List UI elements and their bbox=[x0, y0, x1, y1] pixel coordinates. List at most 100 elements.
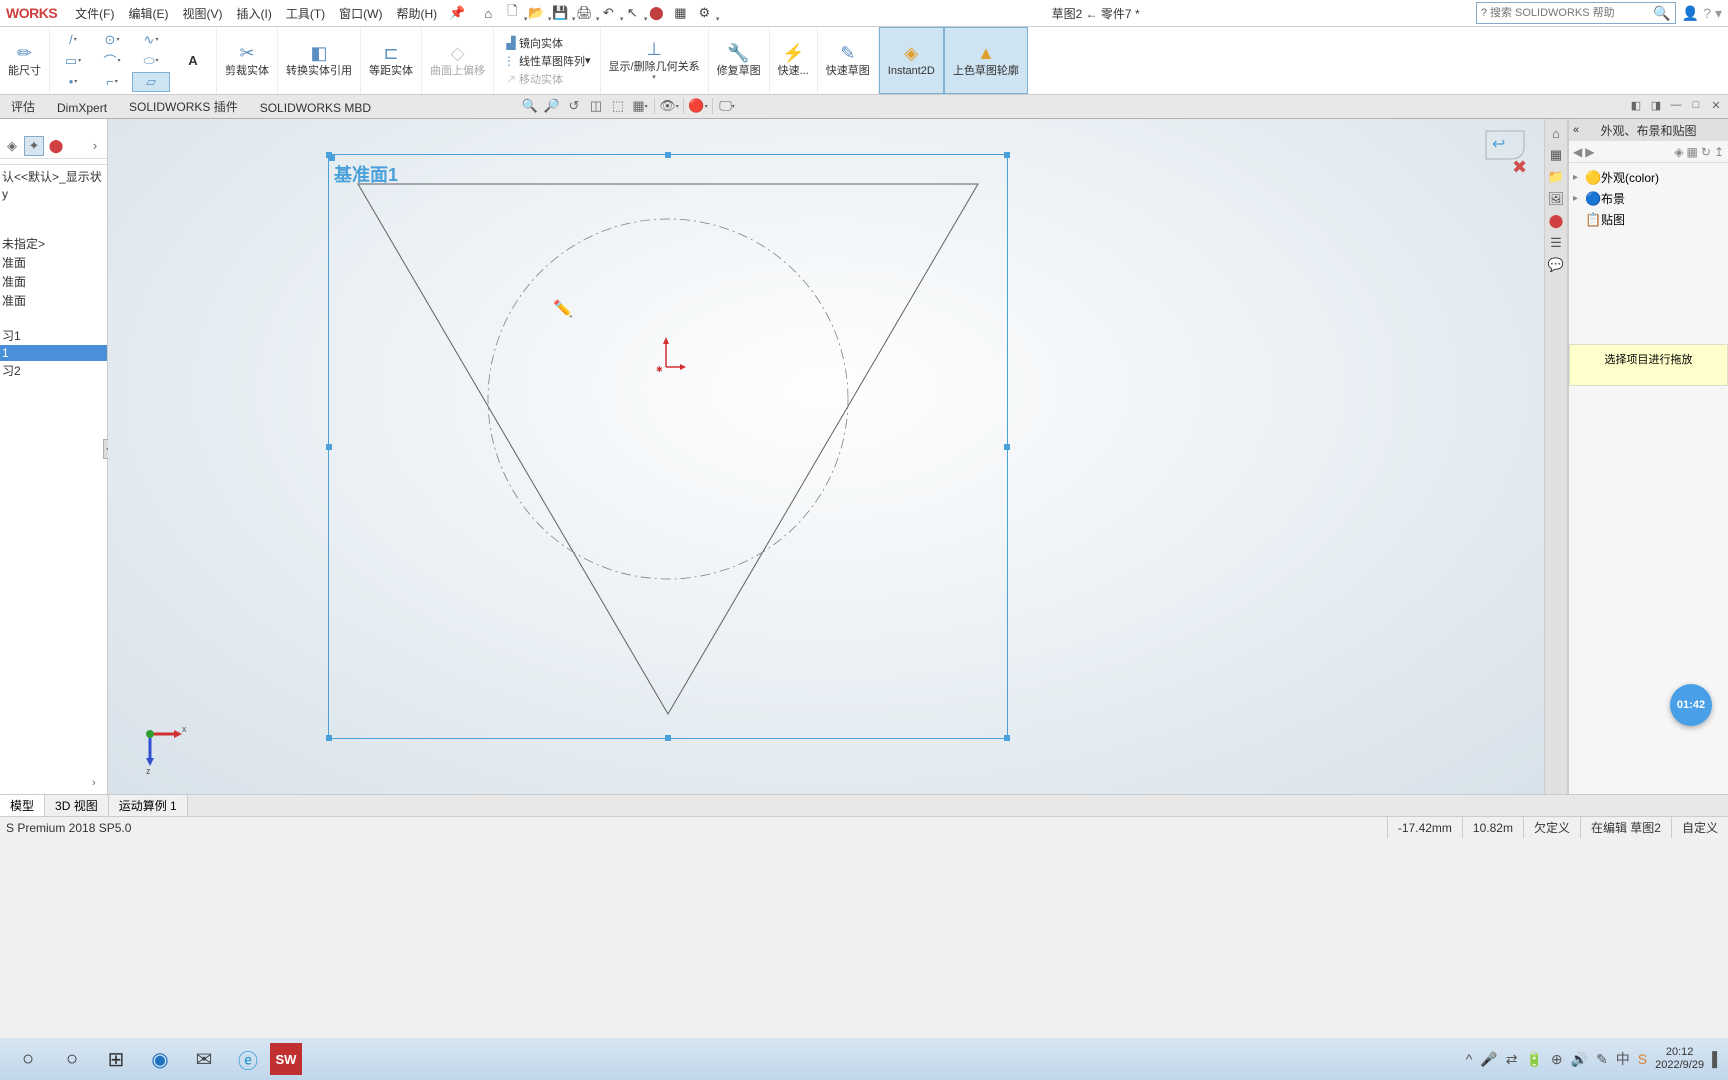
solidworks-icon[interactable]: SW bbox=[270, 1043, 302, 1075]
tree-item[interactable]: 习2 bbox=[0, 361, 107, 380]
3dview-tab[interactable]: 3D 视图 bbox=[45, 795, 109, 816]
scroll-right-icon[interactable]: › bbox=[92, 777, 96, 789]
smart-dimension-button[interactable]: ✏能尺寸 bbox=[4, 41, 45, 80]
scene-icon[interactable]: 🖵 bbox=[717, 97, 737, 115]
rapid-button[interactable]: ✎快速草图 bbox=[822, 41, 874, 80]
collapse-right-icon[interactable]: ◨ bbox=[1648, 99, 1664, 113]
collapse-left-icon[interactable]: ◧ bbox=[1628, 99, 1644, 113]
menu-help[interactable]: 帮助(H) bbox=[390, 2, 443, 25]
nav-icon[interactable]: ↥ bbox=[1714, 145, 1724, 159]
forum-tab-icon[interactable]: 💬 bbox=[1546, 255, 1566, 275]
mirror-button[interactable]: ▟镜向实体 bbox=[500, 34, 566, 52]
view-orient-icon[interactable]: ⬚ bbox=[608, 97, 628, 115]
prev-view-icon[interactable]: ↺ bbox=[564, 97, 584, 115]
point-icon[interactable]: • bbox=[54, 72, 92, 92]
appearance-node[interactable]: ▸🟡外观(color) bbox=[1573, 167, 1724, 188]
scene-node[interactable]: ▸🔵布景 bbox=[1573, 188, 1724, 209]
quick-button[interactable]: ⚡快速... bbox=[774, 41, 813, 80]
nav-icon[interactable]: ↻ bbox=[1701, 145, 1711, 159]
spline-icon[interactable]: ∿ bbox=[132, 30, 170, 50]
pin-icon[interactable]: 📌 bbox=[443, 5, 471, 21]
collapse-icon[interactable]: « bbox=[1573, 124, 1579, 136]
open-icon[interactable]: 📂 bbox=[525, 2, 547, 24]
panel-expand-icon[interactable]: › bbox=[85, 136, 105, 156]
tab-mbd[interactable]: SOLIDWORKS MBD bbox=[249, 97, 382, 118]
search-input[interactable] bbox=[1487, 7, 1653, 19]
help-dropdown[interactable]: ? ▾ bbox=[1703, 5, 1722, 22]
offset-button[interactable]: ⊏等距实体 bbox=[365, 41, 417, 80]
menu-edit[interactable]: 编辑(E) bbox=[123, 2, 175, 25]
view-tab-icon[interactable]: 🖼 bbox=[1546, 189, 1566, 209]
arc-icon[interactable]: ⌒ bbox=[93, 51, 131, 71]
edge-icon[interactable]: ◉ bbox=[138, 1040, 182, 1078]
shaded-button[interactable]: ▲上色草图轮廓 bbox=[949, 41, 1023, 80]
section-icon[interactable]: ◫ bbox=[586, 97, 606, 115]
panel-tab-config[interactable]: ✦ bbox=[24, 136, 44, 156]
files-tab-icon[interactable]: 📁 bbox=[1546, 167, 1566, 187]
select-icon[interactable]: ↖ bbox=[621, 2, 643, 24]
tree-item-selected[interactable]: 1 bbox=[0, 345, 107, 361]
pen-icon[interactable]: ✎ bbox=[1596, 1051, 1608, 1068]
menu-view[interactable]: 视图(V) bbox=[177, 2, 229, 25]
zoom-fit-icon[interactable]: 🔍 bbox=[520, 97, 540, 115]
instant2d-button[interactable]: ◈Instant2D bbox=[884, 41, 939, 80]
model-tab[interactable]: 模型 bbox=[0, 795, 45, 816]
rebuild-icon[interactable]: ⬤ bbox=[645, 2, 667, 24]
convert-button[interactable]: ◧转换实体引用 bbox=[282, 41, 356, 80]
ellipse-icon[interactable]: ⬭ bbox=[132, 51, 170, 71]
options-icon[interactable]: ▦ bbox=[669, 2, 691, 24]
sync-icon[interactable]: ⇄ bbox=[1506, 1051, 1518, 1068]
tree-item[interactable]: 准面 bbox=[0, 272, 107, 291]
rect-icon[interactable]: ▭ bbox=[54, 51, 92, 71]
hide-show-icon[interactable]: 👁 bbox=[659, 97, 679, 115]
menu-insert[interactable]: 插入(I) bbox=[231, 2, 278, 25]
mail-icon[interactable]: ✉ bbox=[182, 1040, 226, 1078]
decal-node[interactable]: 📋贴图 bbox=[1573, 209, 1724, 230]
repair-button[interactable]: 🔧修复草图 bbox=[713, 41, 765, 80]
start-icon[interactable]: ○ bbox=[6, 1040, 50, 1078]
fillet-icon[interactable]: ⌐ bbox=[93, 72, 131, 92]
graphics-area[interactable]: 基准面1 ✱ ✏️ xz ↩ ✖ bbox=[108, 119, 1544, 794]
library-tab-icon[interactable]: ▦ bbox=[1546, 145, 1566, 165]
settings-icon[interactable]: ⚙ bbox=[693, 2, 715, 24]
tree-item[interactable]: 认<<默认>_显示状 bbox=[0, 167, 107, 186]
clock[interactable]: 20:122022/9/29 bbox=[1655, 1046, 1704, 1072]
maximize-icon[interactable]: □ bbox=[1688, 99, 1704, 113]
tree-item[interactable]: 习1 bbox=[0, 326, 107, 345]
line-icon[interactable]: / bbox=[54, 30, 92, 50]
confirm-corner[interactable]: ↩ ✖ bbox=[1484, 129, 1534, 179]
menu-window[interactable]: 窗口(W) bbox=[333, 2, 388, 25]
relations-button[interactable]: ⊥显示/删除几何关系▾ bbox=[605, 37, 704, 85]
zoom-area-icon[interactable]: 🔎 bbox=[542, 97, 562, 115]
network-icon[interactable]: ⊕ bbox=[1551, 1051, 1563, 1068]
appearance-tab-icon[interactable]: ⬤ bbox=[1546, 211, 1566, 231]
panel-tab-display[interactable]: ⬤ bbox=[46, 136, 66, 156]
home-tab-icon[interactable]: ⌂ bbox=[1546, 123, 1566, 143]
display-style-icon[interactable]: ▦ bbox=[630, 97, 650, 115]
fwd-icon[interactable]: ▶ bbox=[1585, 145, 1594, 159]
cortana-icon[interactable]: ○ bbox=[50, 1040, 94, 1078]
new-icon[interactable]: 🗋 bbox=[501, 2, 523, 24]
nav-icon[interactable]: ◈ bbox=[1674, 145, 1683, 159]
tree-item[interactable]: 未指定> bbox=[0, 234, 107, 253]
minimize-icon[interactable]: — bbox=[1668, 99, 1684, 113]
mic-icon[interactable]: 🎤 bbox=[1480, 1051, 1497, 1068]
tab-dimxpert[interactable]: DimXpert bbox=[46, 97, 118, 118]
text-icon[interactable]: A bbox=[174, 51, 212, 71]
menu-tools[interactable]: 工具(T) bbox=[280, 2, 331, 25]
ie-icon[interactable]: ⓔ bbox=[226, 1040, 270, 1078]
volume-icon[interactable]: 🔊 bbox=[1571, 1051, 1588, 1068]
search-box[interactable]: ? 🔍 bbox=[1476, 2, 1676, 24]
tree-item[interactable]: 准面 bbox=[0, 253, 107, 272]
motion-tab[interactable]: 运动算例 1 bbox=[109, 795, 188, 816]
undo-icon[interactable]: ↶ bbox=[597, 2, 619, 24]
sogou-icon[interactable]: S bbox=[1638, 1051, 1647, 1067]
home-icon[interactable]: ⌂ bbox=[477, 2, 499, 24]
back-icon[interactable]: ◀ bbox=[1573, 145, 1582, 159]
nav-icon[interactable]: ▦ bbox=[1687, 145, 1698, 159]
notifications-icon[interactable]: ▌ bbox=[1712, 1051, 1722, 1067]
menu-file[interactable]: 文件(F) bbox=[69, 2, 120, 25]
ime-icon[interactable]: 中 bbox=[1616, 1049, 1630, 1069]
tab-addins[interactable]: SOLIDWORKS 插件 bbox=[118, 94, 249, 118]
feature-tree[interactable]: 认<<默认>_显示状 y 未指定> 准面 准面 准面 习1 1 习2 bbox=[0, 165, 107, 794]
